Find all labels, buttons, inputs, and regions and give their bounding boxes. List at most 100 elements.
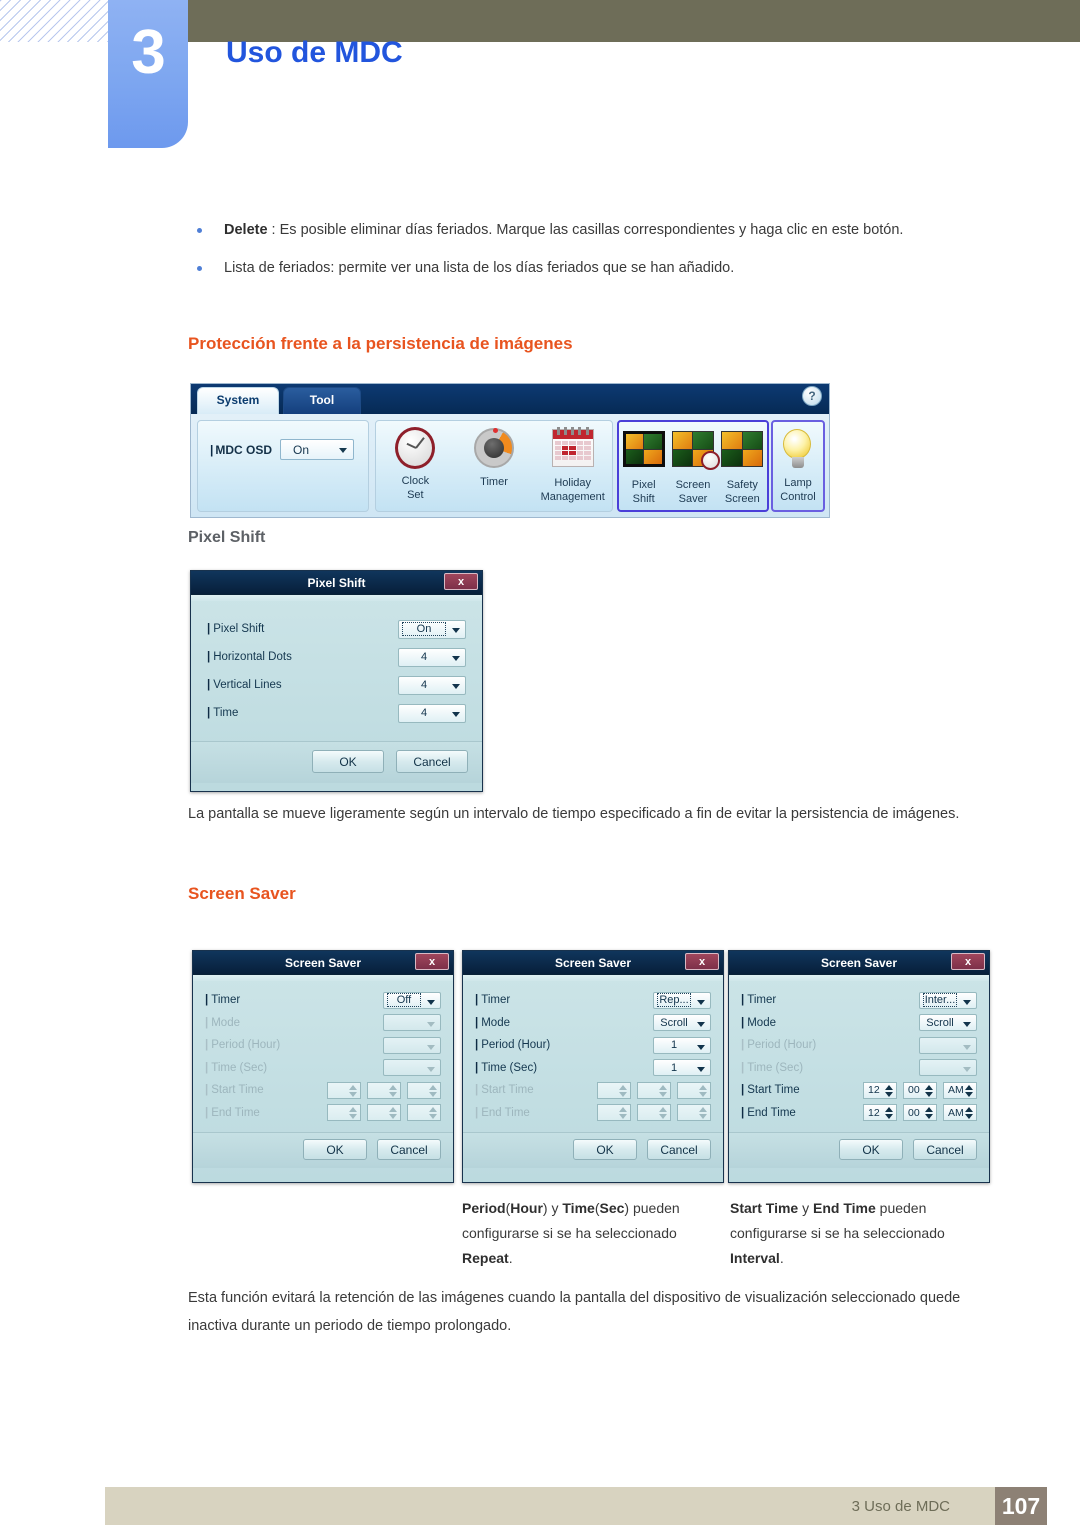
toolbar-item-lamp-control[interactable]: Lamp Control: [773, 422, 823, 510]
close-icon[interactable]: x: [951, 953, 985, 970]
hatch-decoration: [0, 0, 108, 42]
end-minute-stepper[interactable]: 00: [903, 1104, 937, 1122]
timer-dropdown[interactable]: Off: [383, 991, 441, 1009]
dropdown-value: 4: [420, 707, 428, 719]
close-icon[interactable]: x: [444, 573, 478, 590]
row-period: Period (Hour): [205, 1034, 441, 1057]
tab-system[interactable]: System: [197, 387, 279, 414]
row-label: End Time: [741, 1107, 863, 1119]
caption-term: Start Time: [730, 1200, 799, 1216]
toolbar-item-safety-screen[interactable]: Safety Screen: [718, 422, 767, 510]
row-label: Horizontal Dots: [207, 651, 398, 663]
timer-dropdown[interactable]: Inter...: [919, 991, 977, 1009]
footer-chapter-text: 3 Uso de MDC: [851, 1498, 950, 1515]
time-dropdown[interactable]: 1: [653, 1059, 711, 1077]
close-icon[interactable]: x: [415, 953, 449, 970]
tab-tool[interactable]: Tool: [283, 387, 361, 414]
help-icon[interactable]: ?: [802, 386, 822, 406]
timer-dropdown[interactable]: Rep...: [653, 991, 711, 1009]
mode-dropdown[interactable]: Scroll: [653, 1014, 711, 1032]
cancel-button[interactable]: Cancel: [647, 1139, 711, 1160]
cancel-button[interactable]: Cancel: [396, 750, 468, 773]
row-label: Timer: [741, 994, 919, 1006]
value: 12: [868, 1106, 880, 1119]
vertical-lines-dropdown[interactable]: 4: [398, 675, 466, 695]
start-time-spinners: [597, 1081, 711, 1099]
row-timer: Timer Inter...: [741, 989, 977, 1012]
value: 00: [908, 1084, 920, 1097]
row-label: Pixel Shift: [207, 623, 398, 635]
row-mode: Mode Scroll: [475, 1012, 711, 1035]
start-meridiem-stepper[interactable]: AM: [943, 1081, 977, 1099]
dropdown-value: On: [402, 622, 446, 636]
caption-text: y: [798, 1200, 813, 1216]
dialog-title: Screen Saver: [284, 955, 362, 970]
toolbar-item-holiday-management[interactable]: Holiday Management: [533, 421, 612, 511]
caption-row: Period(Hour) y Time(Sec) pueden configur…: [462, 1196, 998, 1271]
dialog-title-bar: Screen Saver x: [729, 951, 989, 975]
row-timer: Timer Off: [205, 989, 441, 1012]
time-dropdown: [383, 1059, 441, 1077]
start-time-spinners: [327, 1081, 441, 1099]
row-period: Period (Hour) 1: [475, 1034, 711, 1057]
toolbar-item-label2: Set: [407, 489, 424, 502]
mdc-osd-dropdown[interactable]: On: [280, 439, 355, 460]
time-dropdown[interactable]: 4: [398, 703, 466, 723]
pixel-shift-icon: [622, 431, 666, 477]
toolbar-group-main: Clock Set Timer Holiday Management: [375, 420, 613, 512]
chevron-down-icon: [427, 1067, 435, 1073]
list-item: Lista de feriados: permite ver una lista…: [188, 254, 1000, 282]
row-timer: Timer Rep...: [475, 989, 711, 1012]
end-hour-stepper[interactable]: 12: [863, 1104, 897, 1122]
cancel-button[interactable]: Cancel: [377, 1139, 441, 1160]
safety-screen-icon: [720, 431, 764, 477]
chevron-down-icon: [452, 627, 460, 633]
period-dropdown[interactable]: 1: [653, 1036, 711, 1054]
toolbar-item-label: Timer: [480, 476, 508, 488]
end-meridiem-stepper[interactable]: AM: [943, 1104, 977, 1122]
screen-saver-dialog-off: Screen Saver x Timer Off Mode Period (Ho…: [192, 950, 454, 1183]
clock-icon: [393, 427, 437, 473]
toolbar-item-clock-set[interactable]: Clock Set: [376, 421, 455, 511]
end-time-spinners: [597, 1104, 711, 1122]
horizontal-dots-dropdown[interactable]: 4: [398, 647, 466, 667]
start-minute-stepper[interactable]: 00: [903, 1081, 937, 1099]
dialog-footer: OK Cancel: [729, 1132, 989, 1168]
caption-term: Hour: [510, 1200, 543, 1216]
ok-button[interactable]: OK: [839, 1139, 903, 1160]
ok-button[interactable]: OK: [312, 750, 384, 773]
end-meridiem-stepper: [407, 1104, 441, 1122]
dropdown-value: Scroll: [926, 1016, 954, 1029]
toolbar-item-label2: Control: [780, 491, 816, 504]
chevron-down-icon: [427, 1022, 435, 1028]
cancel-button[interactable]: Cancel: [913, 1139, 977, 1160]
toolbar-tab-strip: System Tool ?: [191, 384, 829, 414]
page-title: Uso de MDC: [226, 36, 403, 69]
ok-button[interactable]: OK: [303, 1139, 367, 1160]
end-hour-stepper: [327, 1104, 361, 1122]
mode-dropdown[interactable]: Scroll: [919, 1014, 977, 1032]
toolbar-item-pixel-shift[interactable]: Pixel Shift: [619, 422, 668, 510]
value: AM: [948, 1106, 964, 1119]
toolbar-item-screen-saver[interactable]: Screen Saver: [668, 422, 720, 510]
dialog-title-bar: Screen Saver x: [463, 951, 723, 975]
end-minute-stepper: [637, 1104, 671, 1122]
mini-clock-icon: [700, 451, 720, 470]
section-heading-screen-saver: Screen Saver: [188, 884, 296, 903]
close-icon[interactable]: x: [685, 953, 719, 970]
pixel-shift-dropdown[interactable]: On: [398, 619, 466, 639]
start-hour-stepper[interactable]: 12: [863, 1081, 897, 1099]
mdc-osd-value: On: [293, 442, 310, 457]
toolbar-item-timer[interactable]: Timer: [455, 421, 534, 511]
start-hour-stepper: [327, 1081, 361, 1099]
chevron-down-icon: [963, 1044, 971, 1050]
mdc-osd-label: MDC OSD: [210, 443, 272, 457]
row-time: Time (Sec): [205, 1057, 441, 1080]
dialog-body: Timer Off Mode Period (Hour): [193, 981, 453, 1126]
toolbar-group-protection: Pixel Shift Screen Saver Safety Screen: [617, 420, 769, 512]
bullet-bold-term: Delete: [224, 222, 268, 238]
dropdown-value: Off: [387, 993, 421, 1008]
caption-text: ) y: [542, 1200, 563, 1216]
dialog-footer: OK Cancel: [193, 1132, 453, 1168]
ok-button[interactable]: OK: [573, 1139, 637, 1160]
